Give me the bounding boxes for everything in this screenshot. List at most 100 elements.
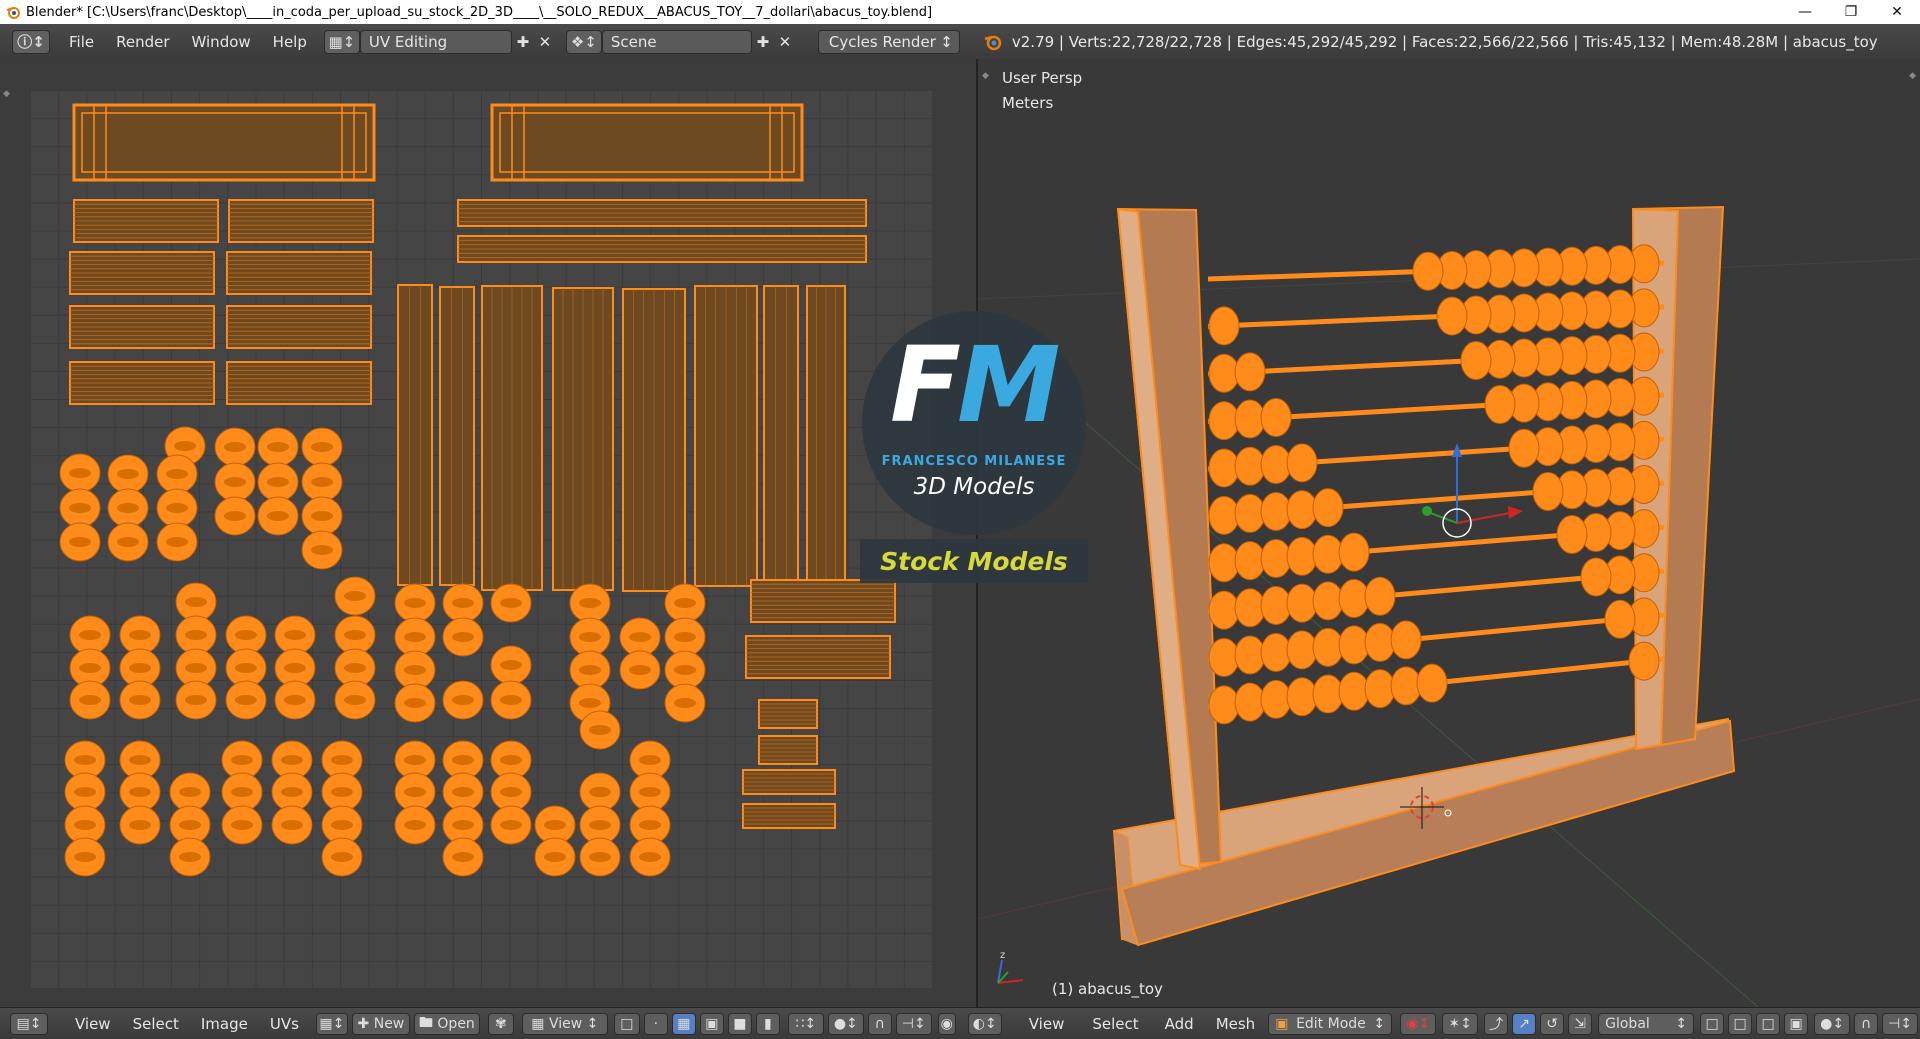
uv-edge [579,632,601,642]
uv-edge [166,537,188,547]
abacus-bead [1364,576,1396,616]
uv-edge [589,787,611,797]
snap-button[interactable]: ∩ [1854,1012,1879,1035]
uv-edge [267,511,289,521]
delete-screen-button[interactable]: ✕ [534,31,556,53]
delete-scene-button[interactable]: ✕ [774,31,796,53]
translate-manipulator-button[interactable]: ↗ [1512,1012,1537,1035]
uv-view-mode-dropdown[interactable]: ▦ View ↕ [521,1012,608,1035]
manipulator-toggle-button[interactable]: ⤴ [1484,1012,1509,1035]
uv-edge [129,755,151,765]
minimize-button[interactable]: — [1782,0,1828,24]
3d-editor-type-button[interactable]: ◐↕ [967,1012,1002,1035]
uv-islands[interactable] [30,90,932,988]
layer-button-3[interactable]: □ [1756,1012,1781,1035]
sticky-select-button[interactable]: ▮ [755,1012,780,1035]
menu-help[interactable]: Help [262,33,318,51]
render-engine-dropdown[interactable]: Cycles Render ↕ [817,29,960,54]
3d-view-icon: ◐↕ [972,1015,997,1032]
abacus-bead [1260,492,1292,532]
snap-element-dropdown[interactable]: ⊣↕ [1882,1012,1919,1035]
pin-button[interactable]: ✾ [487,1012,514,1035]
scale-manipulator-button[interactable]: ⇲ [1568,1012,1593,1035]
abacus-bead [1208,448,1240,488]
uv-mask-button[interactable]: ◉ [937,1012,956,1035]
menu-window[interactable]: Window [181,33,262,51]
uv-island-select-button[interactable]: ■ [727,1012,752,1035]
scene-field[interactable]: Scene [601,29,752,54]
sync-icon: □ [620,1015,634,1032]
3d-menu-add[interactable]: Add [1154,1015,1205,1033]
uv-edge [639,755,661,765]
occlude-icon: ▣ [1789,1015,1803,1032]
3d-menu-select[interactable]: Select [1081,1015,1149,1033]
screen-layout-browse-button[interactable]: ▦↕ [323,29,360,54]
uv-edge [284,695,306,705]
editor-type-selector[interactable]: ⓘ↕ [12,29,50,54]
uv-edge [129,663,151,673]
uv-snap-button[interactable]: ∩ [867,1012,892,1035]
close-window-button[interactable]: ✕ [1874,0,1920,24]
3d-menu-mesh[interactable]: Mesh [1205,1015,1267,1033]
menu-render[interactable]: Render [105,33,180,51]
open-image-button[interactable]: 🖿 Open [413,1012,480,1035]
rotate-icon: ↺ [1546,1015,1558,1032]
3d-menu-view[interactable]: View [1018,1015,1076,1033]
limit-selection-button[interactable]: ▣ [1784,1012,1809,1035]
orientation-dropdown[interactable]: Global ↕ [1598,1012,1695,1035]
abacus-model[interactable] [1112,205,1736,947]
editor-headers: ▤↕ View Select Image UVs ▦↕ ✚ New 🖿 Open… [0,1007,1920,1039]
menu-file[interactable]: File [58,33,105,51]
uv-menu-image[interactable]: Image [190,1015,259,1033]
uv-menu-view[interactable]: View [64,1015,122,1033]
uv-menu-uvs[interactable]: UVs [259,1015,310,1033]
add-scene-button[interactable]: ✚ [752,31,774,53]
viewport-shading-dropdown[interactable]: ◉↕ [1400,1012,1437,1035]
mode-dropdown[interactable]: ▣ Edit Mode ↕ [1268,1012,1393,1035]
uv-image-editor[interactable]: ◆ [0,59,976,1007]
sync-selection-button[interactable]: □ [613,1012,640,1035]
rotate-manipulator-button[interactable]: ↺ [1540,1012,1565,1035]
image-browse-button[interactable]: ▦↕ [315,1012,348,1035]
uv-proportional-dropdown[interactable]: ●↕ [827,1012,864,1035]
uv-editor-type-button[interactable]: ▤↕ [10,1012,48,1035]
uv-edge [674,698,696,708]
abacus-mesh-view[interactable]: z [978,59,1920,1007]
restore-button[interactable]: ❐ [1828,0,1874,24]
screen-layout-field[interactable]: UV Editing [359,29,512,54]
uv-edge [331,787,353,797]
scene-browse-button[interactable]: ❖↕ [565,29,602,54]
uv-vertex-select-button[interactable]: ⋅ [643,1012,668,1035]
uv-grid[interactable] [30,90,932,988]
abacus-bead [1338,579,1370,619]
abacus-bead [1234,446,1266,486]
uv-edge [629,632,651,642]
new-image-button[interactable]: ✚ New [351,1012,410,1035]
add-screen-button[interactable]: ✚ [512,31,534,53]
uv-edge [281,787,303,797]
uv-edge [79,695,101,705]
uv-edge [311,545,333,555]
abacus-bead [1208,543,1240,583]
uv-menu-select[interactable]: Select [122,1015,190,1033]
uv-edge [281,820,303,830]
pivot-point-dropdown[interactable]: ✶↕ [1442,1012,1479,1035]
abacus-bead [1412,251,1444,291]
uv-edge [284,630,306,640]
uv-edge [69,468,91,478]
layer-button-1[interactable]: □ [1700,1012,1725,1035]
uv-edge-select-button[interactable]: ▦ [671,1012,696,1035]
uv-snap-target-dropdown[interactable]: ⊣↕ [895,1012,932,1035]
uv-face-select-button[interactable]: ▣ [699,1012,724,1035]
proportional-edit-dropdown[interactable]: ●↕ [1814,1012,1851,1035]
uv-edge [179,820,201,830]
region-toggle-left[interactable]: ◆ [3,89,10,99]
3d-viewport[interactable]: ◆ ◆ User Persp Meters (1) abacus_toy z [978,59,1920,1007]
uv-pivot-dropdown[interactable]: ∷↕ [787,1012,824,1035]
uv-edge [452,695,474,705]
transform-gizmo[interactable] [1422,443,1523,538]
x-icon: ✕ [778,32,792,51]
layer-button-2[interactable]: □ [1728,1012,1753,1035]
view-mode-value: View [548,1015,583,1032]
uv-edge [117,469,139,479]
